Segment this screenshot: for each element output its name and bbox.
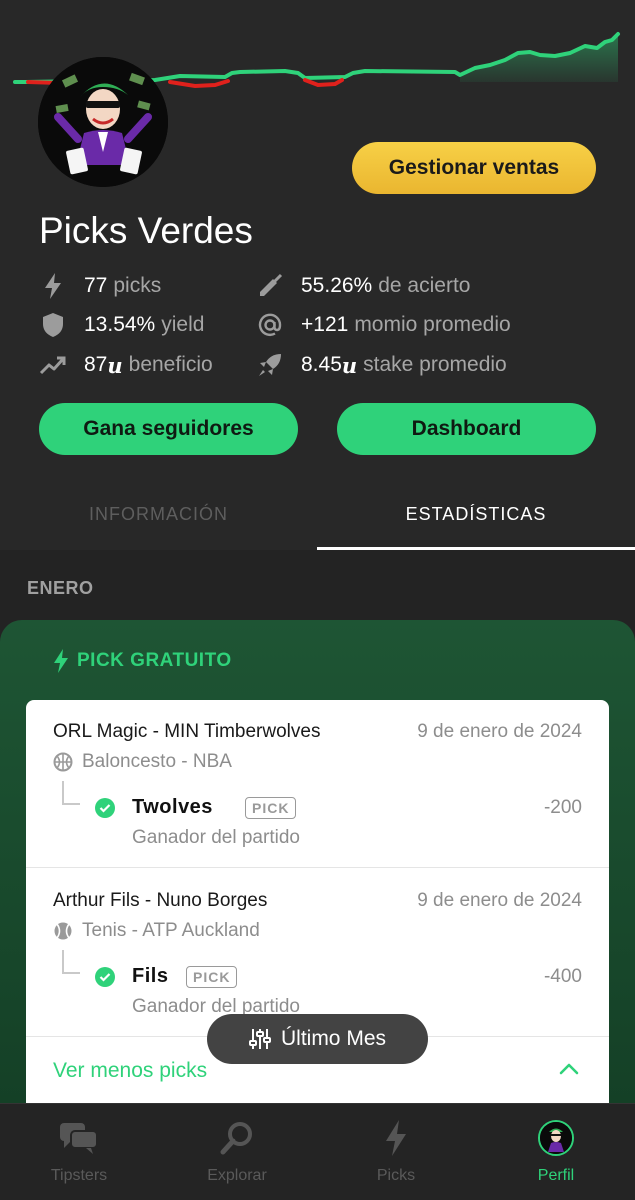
nav-picks-label: Picks (376, 1167, 416, 1184)
tree-connector (62, 950, 80, 974)
pick-badge: PICK (245, 797, 297, 819)
stat-picks-value: 77 (84, 274, 108, 297)
pick-odds: -200 (543, 797, 582, 818)
gain-followers-button[interactable]: Gana seguidores (39, 403, 298, 455)
pick-match: Arthur Fils - Nuno Borges (53, 890, 268, 911)
bolt-icon (38, 271, 68, 301)
stat-profit-value: 87 (84, 353, 108, 376)
pick-item[interactable]: Arthur Fils - Nuno Borges 9 de enero de … (26, 869, 609, 1037)
check-icon (95, 967, 115, 987)
stat-picks-label: picks (113, 274, 162, 297)
nav-perfil[interactable]: Perfil (477, 1104, 635, 1200)
stat-yield-value: 13.54% (84, 313, 156, 336)
stat-picks: 77 picks (38, 271, 161, 301)
stat-stake-label: stake promedio (363, 353, 507, 376)
pick-odds: -400 (543, 966, 582, 987)
basketball-icon (53, 752, 73, 772)
stat-accuracy: 55.26% de acierto (255, 271, 470, 301)
pick-match: ORL Magic - MIN Timberwolves (53, 721, 321, 742)
pick-league-text: Tenis - ATP Auckland (82, 920, 260, 941)
pick-league-text: Baloncesto - NBA (82, 751, 232, 772)
nav-tipsters[interactable]: Tipsters (0, 1104, 158, 1200)
joker-avatar-icon (38, 57, 168, 187)
pick-selection: Twolves (132, 796, 213, 818)
show-less-picks-link[interactable]: Ver menos picks (53, 1059, 207, 1083)
stat-accuracy-label: de acierto (378, 274, 471, 297)
stat-yield-label: yield (161, 313, 205, 336)
pick-date: 9 de enero de 2024 (417, 721, 582, 742)
check-icon (95, 798, 115, 818)
stat-stake: 8.45 u stake promedio (255, 350, 507, 380)
pick-item[interactable]: ORL Magic - MIN Timberwolves 9 de enero … (26, 700, 609, 868)
pick-selection: Fils (132, 965, 169, 987)
nav-perfil-label: Perfil (537, 1167, 575, 1184)
nav-avatar-wrap (536, 1118, 576, 1158)
rocket-icon (255, 350, 285, 380)
profile-name: Picks Verdes (39, 210, 253, 251)
month-heading: ENERO (27, 578, 94, 598)
nav-tipsters-label: Tipsters (50, 1167, 108, 1184)
search-icon (217, 1118, 257, 1158)
active-tab-indicator (317, 547, 635, 550)
profile-header: Gestionar ventas Picks Verdes 77 picks 1… (0, 0, 635, 550)
stat-yield: 13.54% yield (38, 310, 204, 340)
dart-icon (255, 271, 285, 301)
at-sign-icon (255, 310, 285, 340)
chat-bubbles-icon (59, 1118, 99, 1158)
stat-stake-value: 8.45 (301, 353, 342, 376)
pick-date: 9 de enero de 2024 (417, 890, 582, 911)
tab-informacion[interactable]: INFORMACIÓN (0, 492, 317, 536)
sliders-icon (248, 1028, 271, 1050)
bottom-nav: Tipsters Explorar Picks Perfil (0, 1103, 635, 1200)
stat-momio-label: momio promedio (354, 313, 511, 336)
dashboard-button[interactable]: Dashboard (337, 403, 596, 455)
nav-picks[interactable]: Picks (317, 1104, 475, 1200)
stat-profit-label: beneficio (128, 353, 213, 376)
chevron-up-icon[interactable] (559, 1063, 579, 1075)
stat-accuracy-value: 55.26% (301, 274, 373, 297)
bolt-icon (376, 1118, 416, 1158)
tennis-ball-icon (53, 921, 73, 941)
period-filter-button[interactable]: Último Mes (207, 1014, 428, 1064)
nav-explorar-label: Explorar (207, 1167, 267, 1184)
nav-explorar[interactable]: Explorar (158, 1104, 316, 1200)
stat-profit: 87 u beneficio (38, 350, 213, 380)
stat-momio: +121 momio promedio (255, 310, 511, 340)
stat-momio-value: +121 (301, 313, 349, 336)
pick-league: Tenis - ATP Auckland (53, 920, 260, 942)
tab-estadisticas[interactable]: ESTADÍSTICAS (317, 492, 635, 536)
profile-avatar[interactable] (38, 57, 168, 187)
bolt-icon (53, 649, 69, 673)
avatar (538, 1120, 574, 1156)
free-pick-title: PICK GRATUITO (53, 649, 232, 673)
trending-up-icon (38, 350, 68, 380)
manage-sales-button[interactable]: Gestionar ventas (352, 142, 596, 194)
stat-profit-unit: u (107, 352, 123, 378)
period-filter-label: Último Mes (280, 1027, 386, 1050)
pick-market: Ganador del partido (132, 827, 300, 848)
free-pick-title-text: PICK GRATUITO (77, 650, 232, 671)
tree-connector (62, 781, 80, 805)
shield-icon (38, 310, 68, 340)
stat-stake-unit: u (341, 352, 358, 378)
pick-league: Baloncesto - NBA (53, 751, 232, 773)
pick-badge: PICK (186, 966, 238, 988)
